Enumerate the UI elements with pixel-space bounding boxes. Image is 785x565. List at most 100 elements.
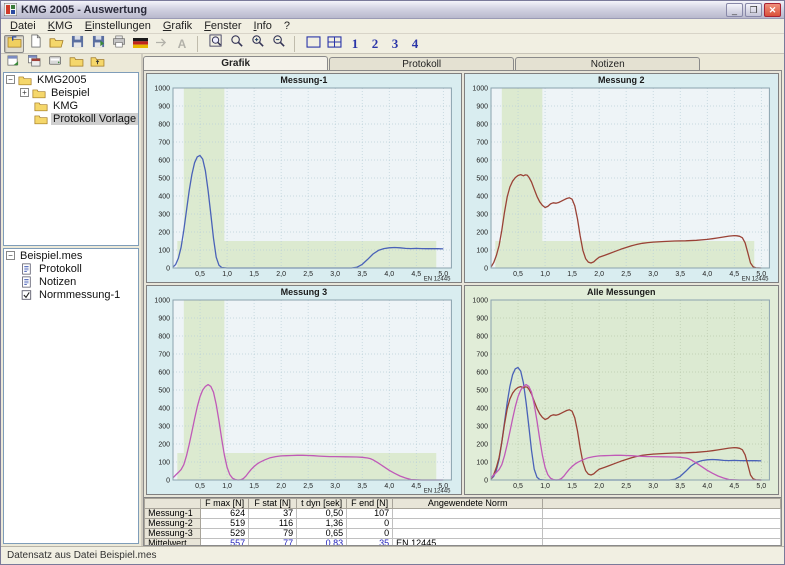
tree-item[interactable]: KMG — [4, 99, 138, 112]
font-button[interactable]: A — [172, 35, 192, 53]
window-title: KMG 2005 - Auswertung — [21, 4, 726, 16]
menu-kmg[interactable]: KMG — [43, 20, 78, 32]
menu-einstellungen[interactable]: Einstellungen — [80, 20, 156, 32]
zoom-button[interactable] — [227, 35, 247, 53]
folder-icon — [32, 87, 46, 99]
tree-item[interactable]: Notizen — [4, 275, 138, 288]
new-folder-button[interactable] — [67, 55, 85, 71]
statusbar: Datensatz aus Datei Beispiel.mes — [1, 546, 784, 564]
print-button[interactable] — [109, 35, 129, 53]
svg-text:2,5: 2,5 — [303, 271, 313, 278]
tree-item-root[interactable]: − Beispiel.mes — [4, 249, 138, 262]
collapse-icon[interactable]: − — [6, 251, 15, 260]
cell — [543, 539, 781, 546]
svg-text:0: 0 — [484, 478, 488, 485]
minimize-button[interactable]: _ — [726, 3, 743, 17]
menu-fenster[interactable]: Fenster — [199, 20, 246, 32]
zoom-out-button[interactable] — [269, 35, 289, 53]
forward-button[interactable] — [151, 35, 171, 53]
chart-messung-2[interactable]: Messung 2 010020030040050060070080090010… — [464, 73, 779, 283]
menu-grafik[interactable]: Grafik — [158, 20, 197, 32]
cell: EN 12445 — [393, 539, 543, 546]
cell: 0,83 — [297, 539, 347, 546]
new-file-button[interactable] — [25, 35, 45, 53]
svg-text:400: 400 — [476, 406, 488, 413]
save-icon — [71, 35, 84, 53]
collapse-icon[interactable]: − — [6, 75, 15, 84]
save-entry-button[interactable] — [46, 55, 64, 71]
svg-text:200: 200 — [476, 442, 488, 449]
cell — [393, 519, 543, 529]
chart-messung-3[interactable]: Messung 3 010020030040050060070080090010… — [146, 285, 461, 495]
checkbox-checked-icon[interactable] — [20, 289, 34, 301]
chart-messung-1[interactable]: Messung-1 010020030040050060070080090010… — [146, 73, 461, 283]
expand-icon[interactable]: + — [20, 88, 29, 97]
svg-text:0: 0 — [484, 266, 488, 273]
cell — [543, 509, 781, 519]
row-label: Messung-2 — [145, 519, 201, 529]
app-window: KMG 2005 - Auswertung _ ❐ ✕ DateiKMGEins… — [0, 0, 785, 565]
cell: 77 — [249, 539, 297, 546]
chart-title: Alle Messungen — [465, 286, 778, 297]
menu-datei[interactable]: Datei — [5, 20, 41, 32]
tree-item[interactable]: Protokoll — [4, 262, 138, 275]
tree-item[interactable]: + Beispiel — [4, 86, 138, 99]
restore-button[interactable]: ❐ — [745, 3, 762, 17]
new-entry-button[interactable] — [4, 55, 22, 71]
save-all-button[interactable] — [88, 35, 108, 53]
table-row[interactable]: Messung-25191161,360 — [145, 519, 781, 529]
cell: 519 — [201, 519, 249, 529]
tree-item[interactable]: Normmessung-1 — [4, 288, 138, 301]
new-window-icon — [6, 54, 20, 72]
view-2-button[interactable]: 2 — [365, 35, 385, 53]
view-4-button[interactable]: 4 — [405, 35, 425, 53]
folder-up-icon — [90, 54, 105, 72]
table-row[interactable]: Mittelwert557770,8335EN 12445 — [145, 539, 781, 546]
quad-pane-icon — [327, 35, 342, 53]
menu-info[interactable]: Info — [249, 20, 277, 32]
cell: 529 — [201, 529, 249, 539]
tab-grafik[interactable]: Grafik — [143, 56, 328, 70]
edit-entry-button[interactable] — [25, 55, 43, 71]
tree-item[interactable]: Protokoll Vorlage — [4, 112, 138, 125]
close-button[interactable]: ✕ — [764, 3, 781, 17]
single-view-button[interactable] — [303, 35, 323, 53]
svg-text:1,0: 1,0 — [222, 483, 232, 490]
german-flag-icon — [133, 35, 148, 53]
chart-title: Messung-1 — [147, 74, 460, 85]
svg-text:600: 600 — [476, 370, 488, 377]
tab-notizen[interactable]: Notizen — [515, 57, 700, 70]
results-table-container: F max [N]F stat [N]t dyn [sek]F end [N]A… — [144, 497, 781, 545]
chart-alle-messungen[interactable]: Alle Messungen 0100200300400500600700800… — [464, 285, 779, 495]
folder-icon — [18, 74, 32, 86]
zoom-region-button[interactable] — [206, 35, 226, 53]
view-3-button[interactable]: 3 — [385, 35, 405, 53]
folder-up-button[interactable] — [88, 55, 106, 71]
svg-text:4,0: 4,0 — [702, 271, 712, 278]
svg-text:3,5: 3,5 — [675, 271, 685, 278]
svg-text:800: 800 — [476, 334, 488, 341]
main-panel: Grafik Protokoll Notizen Messung-1 01002… — [143, 54, 784, 546]
table-row[interactable]: Messung-3529790,650 — [145, 529, 781, 539]
svg-text:300: 300 — [158, 424, 170, 431]
view-1-button[interactable]: 1 — [345, 35, 365, 53]
tab-protokoll[interactable]: Protokoll — [329, 57, 514, 70]
zoom-in-button[interactable] — [248, 35, 268, 53]
tree-item-root[interactable]: − KMG2005 — [4, 73, 138, 86]
open-file-button[interactable] — [46, 35, 66, 53]
svg-text:3,5: 3,5 — [358, 483, 368, 490]
svg-text:5,0: 5,0 — [756, 483, 766, 490]
menu-[interactable]: ? — [279, 20, 295, 32]
save-file-button[interactable] — [67, 35, 87, 53]
language-button[interactable] — [130, 35, 150, 53]
folder-tree-icon — [7, 35, 22, 53]
quad-view-button[interactable] — [324, 35, 344, 53]
svg-text:800: 800 — [158, 334, 170, 341]
chart-plot: 010020030040050060070080090010000,51,01,… — [465, 297, 778, 494]
table-row[interactable]: Messung-1624370,50107 — [145, 509, 781, 519]
svg-text:200: 200 — [158, 230, 170, 237]
svg-text:700: 700 — [158, 352, 170, 359]
toggle-tree-button[interactable] — [4, 35, 24, 53]
column-header: Angewendete Norm — [393, 499, 543, 509]
sidebar-toolbar — [1, 54, 141, 72]
